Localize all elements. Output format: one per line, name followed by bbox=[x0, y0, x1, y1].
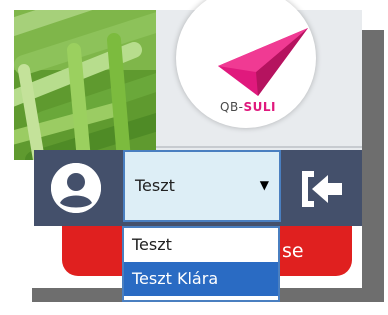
user-dropdown-list: Teszt Teszt Klára bbox=[122, 226, 280, 302]
logo-prefix: QB- bbox=[220, 100, 244, 114]
user-circle-icon bbox=[51, 163, 101, 213]
chevron-down-icon: ▼ bbox=[259, 178, 269, 192]
logout-button[interactable] bbox=[298, 165, 348, 213]
user-select[interactable]: Teszt ▼ bbox=[123, 150, 281, 222]
logout-arrow-icon bbox=[302, 171, 342, 207]
delete-button-label: se bbox=[282, 240, 304, 262]
user-select-value: Teszt bbox=[135, 176, 175, 195]
header-divider bbox=[156, 146, 362, 148]
dropdown-option-teszt-klara[interactable]: Teszt Klára bbox=[124, 262, 278, 296]
logo-brand: SULI bbox=[243, 100, 277, 114]
vegetable-photo bbox=[14, 10, 156, 160]
dropdown-option-teszt[interactable]: Teszt bbox=[124, 228, 278, 262]
paper-plane-icon bbox=[218, 28, 308, 96]
logo-text: QB-SULI bbox=[220, 100, 276, 114]
user-avatar-button[interactable] bbox=[51, 163, 101, 213]
